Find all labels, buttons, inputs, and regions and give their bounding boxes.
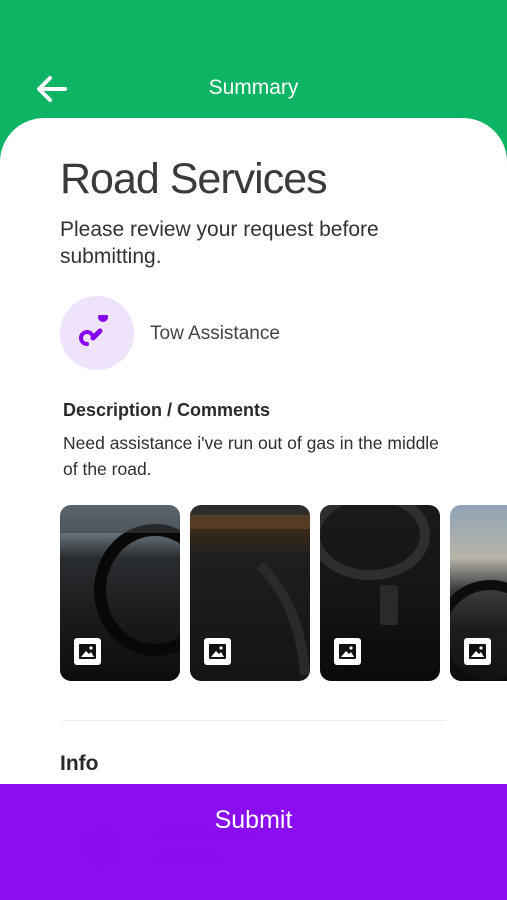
image-icon [79,644,96,659]
image-badge [334,638,361,665]
submit-button[interactable]: Submit [0,784,507,900]
photo-thumbnail[interactable] [450,505,507,681]
image-icon [339,644,356,659]
description-title: Description / Comments [63,400,271,420]
image-badge [204,638,231,665]
image-badge [74,638,101,665]
page-title: Road Services [60,155,328,203]
image-badge [464,638,491,665]
submit-label: Submit [214,806,293,834]
info-section-title: Info [60,752,99,775]
photo-thumbnail[interactable] [320,505,440,681]
photo-gallery[interactable] [60,505,507,681]
service-icon-badge [60,296,134,370]
description-text: Need assistance i've run out of gas in t… [63,433,439,479]
page-subtitle: Please review your request before submit… [60,218,379,268]
service-name: Tow Assistance [150,323,280,344]
image-icon [209,644,226,659]
photo-thumbnail[interactable] [190,505,310,681]
tow-hook-icon [79,315,109,346]
section-divider [62,720,446,721]
header-title: Summary [208,76,299,99]
image-icon [469,644,486,659]
photo-thumbnail[interactable] [60,505,180,681]
